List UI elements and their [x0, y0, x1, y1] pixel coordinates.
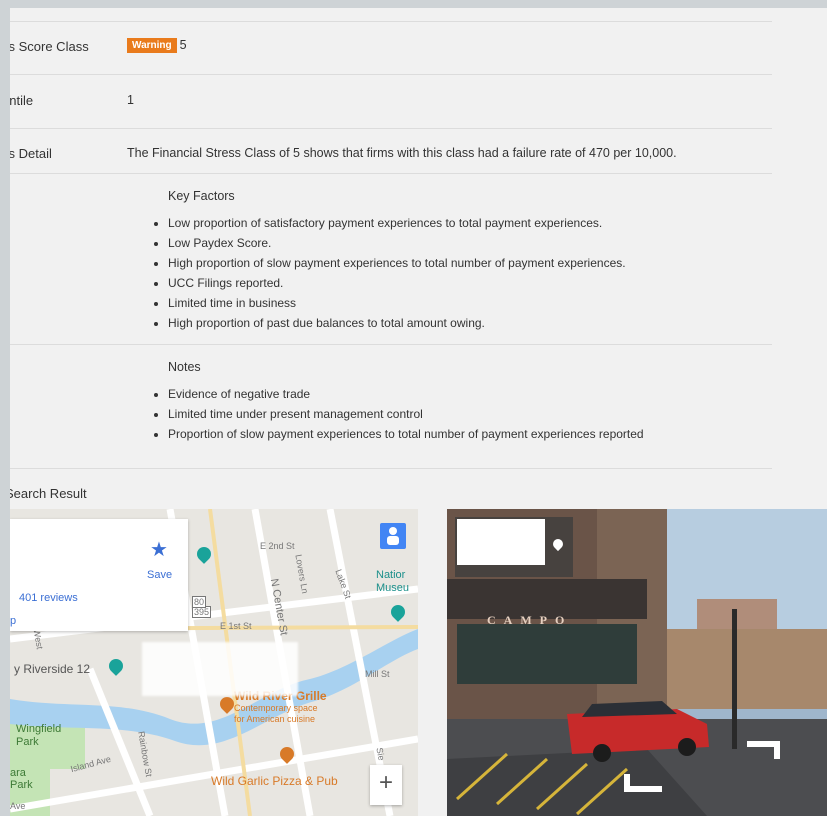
place-card[interactable]: ★ Save 401 reviews p: [10, 519, 188, 631]
map-label-wingfield: Wingfield Park: [16, 723, 62, 748]
score-class-value: Warning 5: [127, 38, 187, 53]
key-factors-title: Key Factors: [168, 189, 235, 203]
key-factors-row: Key Factors Low proportion of satisfacto…: [10, 174, 772, 345]
map-label-park: ara Park: [10, 767, 33, 791]
note-item: Evidence of negative trade: [168, 384, 644, 404]
map-label-riverside: y Riverside 12: [14, 662, 91, 676]
percentile-label: entile: [10, 93, 34, 108]
notes-row: Notes Evidence of negative trade Limited…: [10, 345, 772, 469]
location-pin-icon: [550, 536, 566, 552]
map-label-wild-river-sub: Contemporary space: [234, 703, 318, 713]
storefront-sign: CAMPO: [487, 613, 573, 627]
map-label-museum: Natior Museu: [376, 569, 410, 594]
detail-label: ss Detail: [10, 146, 52, 161]
blurred-address: [457, 519, 545, 565]
street-view-panel[interactable]: CAMPO: [447, 509, 827, 816]
key-factor-item: Low Paydex Score.: [168, 233, 626, 253]
zoom-in-button[interactable]: +: [370, 765, 402, 805]
key-factor-item: High proportion of slow payment experien…: [168, 253, 626, 273]
notes-list: Evidence of negative trade Limited time …: [150, 384, 644, 444]
key-factors-list: Low proportion of satisfactory payment e…: [150, 213, 626, 333]
report-panel: ss Score Class Warning5 entile 1 ss Deta…: [10, 8, 827, 816]
detail-value: The Financial Stress Class of 5 shows th…: [127, 146, 677, 160]
key-factor-item: Limited time in business: [168, 293, 626, 313]
search-result-label: Search Result: [10, 486, 87, 501]
key-factor-item: Low proportion of satisfactory payment e…: [168, 213, 626, 233]
street-view-pegman-icon[interactable]: [380, 523, 406, 549]
notes-title: Notes: [168, 360, 201, 374]
key-factor-item: High proportion of past due balances to …: [168, 313, 626, 333]
street-label: Ave: [10, 801, 26, 811]
street-label: Mill St: [365, 669, 390, 679]
street-label: Sie: [374, 746, 387, 762]
score-class-number: 5: [179, 38, 187, 52]
note-item: Proportion of slow payment experiences t…: [168, 424, 644, 444]
save-button[interactable]: Save: [147, 569, 172, 581]
blurred-label: [142, 642, 298, 696]
detail-row: ss Detail The Financial Stress Class of …: [10, 129, 772, 174]
score-class-row: ss Score Class Warning 5: [10, 22, 772, 75]
street-label: E 1st St: [220, 621, 252, 631]
note-item: Limited time under present management co…: [168, 404, 644, 424]
star-icon[interactable]: ★: [150, 537, 168, 562]
map-label-wild-river-sub: for American cuisine: [234, 714, 316, 724]
directions-link[interactable]: p: [10, 615, 16, 627]
percentile-value: 1: [127, 93, 134, 107]
score-class-label: ss Score Class: [10, 39, 89, 54]
street-view-address-box[interactable]: [455, 517, 573, 577]
map-label-wild-garlic: Wild Garlic Pizza & Pub: [211, 774, 338, 788]
route-shield: 80: [192, 596, 207, 608]
street-label: E 2nd St: [260, 541, 295, 551]
reviews-link[interactable]: 401 reviews: [19, 592, 78, 604]
google-map[interactable]: y Riverside 12 Wingfield Park ara Park N…: [10, 509, 418, 816]
percentile-row: entile 1: [10, 75, 772, 129]
key-factor-item: UCC Filings reported.: [168, 273, 626, 293]
warning-badge: Warning: [127, 38, 177, 53]
